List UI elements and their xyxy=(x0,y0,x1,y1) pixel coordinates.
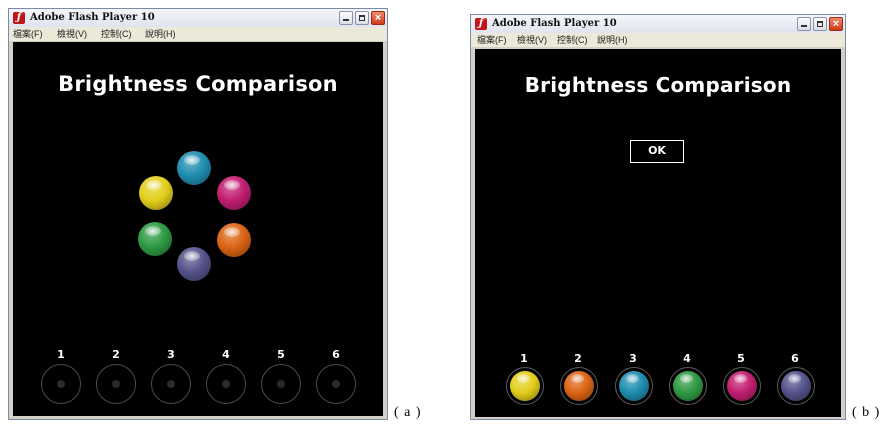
slot-center-dot xyxy=(222,380,230,388)
minimize-icon xyxy=(801,25,807,27)
slot-center-dot xyxy=(167,380,175,388)
ok-button[interactable]: OK xyxy=(630,140,684,163)
placed-ball-slot-6[interactable] xyxy=(777,367,815,405)
maximize-icon xyxy=(817,21,823,27)
flash-player-window-a: ƒ Adobe Flash Player 10 × 檔案(F) 檢視(V) 控制… xyxy=(8,8,388,420)
empty-slot[interactable] xyxy=(151,364,191,404)
ball-fill xyxy=(781,371,811,401)
figure-label-b: ( b ) xyxy=(852,405,881,420)
ball-magenta[interactable] xyxy=(217,176,251,210)
empty-slot[interactable] xyxy=(261,364,301,404)
slot-center-dot xyxy=(277,380,285,388)
ball-fill xyxy=(564,371,594,401)
menu-control[interactable]: 控制(C) xyxy=(557,34,588,46)
slot-center-dot xyxy=(57,380,65,388)
maximize-icon xyxy=(359,15,365,21)
empty-slot[interactable] xyxy=(316,364,356,404)
app-heading: Brightness Comparison xyxy=(524,73,792,97)
close-icon: × xyxy=(832,18,840,30)
ball-fill xyxy=(673,371,703,401)
title-bar[interactable]: ƒ Adobe Flash Player 10 × xyxy=(9,9,387,28)
slot-number: 3 xyxy=(629,352,637,365)
slot-center-dot xyxy=(112,380,120,388)
ball-green[interactable] xyxy=(138,222,172,256)
close-button[interactable]: × xyxy=(829,17,843,31)
slot-number: 6 xyxy=(791,352,799,365)
ball-fill xyxy=(727,371,757,401)
maximize-button[interactable] xyxy=(813,17,827,31)
figure-label-a: ( a ) xyxy=(394,405,422,420)
slot-number: 5 xyxy=(737,352,745,365)
flash-stage: Brightness Comparison 1 2 3 4 5 6 xyxy=(13,42,383,416)
slot-number: 1 xyxy=(520,352,528,365)
slot-center-dot xyxy=(332,380,340,388)
maximize-button[interactable] xyxy=(355,11,369,25)
slot-number: 1 xyxy=(57,348,65,361)
menu-bar: 檔案(F) 檢視(V) 控制(C) 說明(H) xyxy=(471,33,845,47)
flash-player-window-b: ƒ Adobe Flash Player 10 × 檔案(F) 檢視(V) 控制… xyxy=(470,14,846,420)
window-title: Adobe Flash Player 10 xyxy=(492,18,617,29)
close-icon: × xyxy=(374,12,382,24)
placed-ball-slot-4[interactable] xyxy=(669,367,707,405)
flash-icon: ƒ xyxy=(13,12,25,24)
flash-icon: ƒ xyxy=(475,18,487,30)
menu-file[interactable]: 檔案(F) xyxy=(477,34,507,46)
app-heading: Brightness Comparison xyxy=(58,72,338,96)
slot-number: 2 xyxy=(112,348,120,361)
menu-bar: 檔案(F) 檢視(V) 控制(C) 說明(H) xyxy=(9,27,387,41)
placed-ball-slot-5[interactable] xyxy=(723,367,761,405)
empty-slot[interactable] xyxy=(206,364,246,404)
ball-fill xyxy=(619,371,649,401)
empty-slot[interactable] xyxy=(41,364,81,404)
menu-view[interactable]: 檢視(V) xyxy=(517,34,547,46)
slot-number: 4 xyxy=(683,352,691,365)
slot-number: 4 xyxy=(222,348,230,361)
slot-number: 2 xyxy=(574,352,582,365)
title-bar[interactable]: ƒ Adobe Flash Player 10 × xyxy=(471,15,845,34)
ball-orange[interactable] xyxy=(217,223,251,257)
close-button[interactable]: × xyxy=(371,11,385,25)
ball-teal[interactable] xyxy=(177,151,211,185)
menu-control[interactable]: 控制(C) xyxy=(101,28,132,40)
minimize-button[interactable] xyxy=(797,17,811,31)
ball-purple[interactable] xyxy=(177,247,211,281)
ball-fill xyxy=(510,371,540,401)
window-title: Adobe Flash Player 10 xyxy=(30,12,155,23)
minimize-icon xyxy=(343,19,349,21)
flash-stage: Brightness Comparison OK 1 2 3 4 5 6 xyxy=(475,49,841,417)
menu-file[interactable]: 檔案(F) xyxy=(13,28,43,40)
minimize-button[interactable] xyxy=(339,11,353,25)
slot-number: 6 xyxy=(332,348,340,361)
empty-slot[interactable] xyxy=(96,364,136,404)
ball-yellow[interactable] xyxy=(139,176,173,210)
slot-number: 5 xyxy=(277,348,285,361)
placed-ball-slot-2[interactable] xyxy=(560,367,598,405)
placed-ball-slot-1[interactable] xyxy=(506,367,544,405)
placed-ball-slot-3[interactable] xyxy=(615,367,653,405)
menu-help[interactable]: 說明(H) xyxy=(145,28,176,40)
menu-view[interactable]: 檢視(V) xyxy=(57,28,87,40)
menu-help[interactable]: 說明(H) xyxy=(597,34,628,46)
slot-number: 3 xyxy=(167,348,175,361)
